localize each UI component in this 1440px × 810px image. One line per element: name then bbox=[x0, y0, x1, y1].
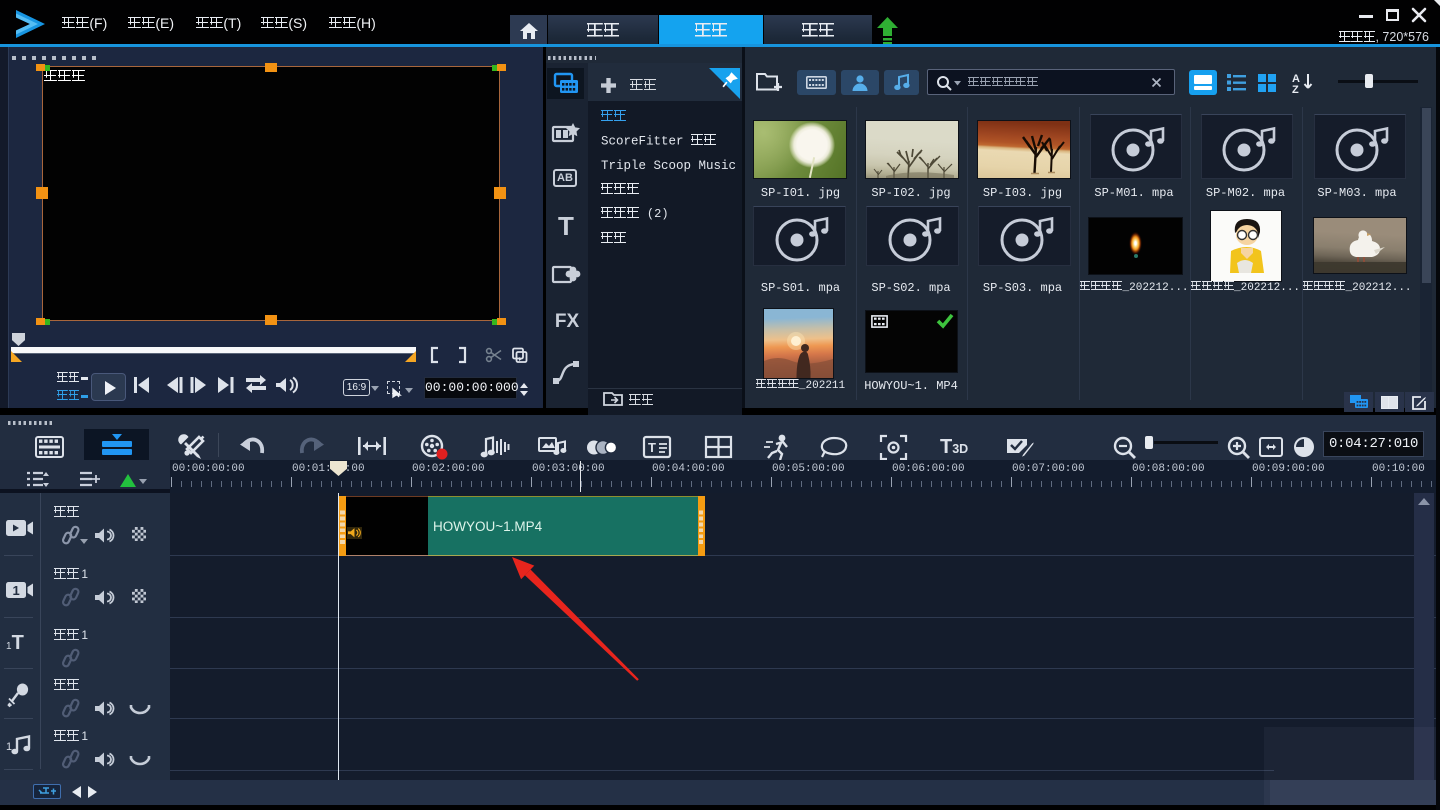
svg-text:Z: Z bbox=[1292, 84, 1299, 96]
svg-text:1: 1 bbox=[6, 741, 12, 753]
svg-text:1: 1 bbox=[13, 583, 20, 598]
svg-text:T: T bbox=[648, 440, 656, 455]
